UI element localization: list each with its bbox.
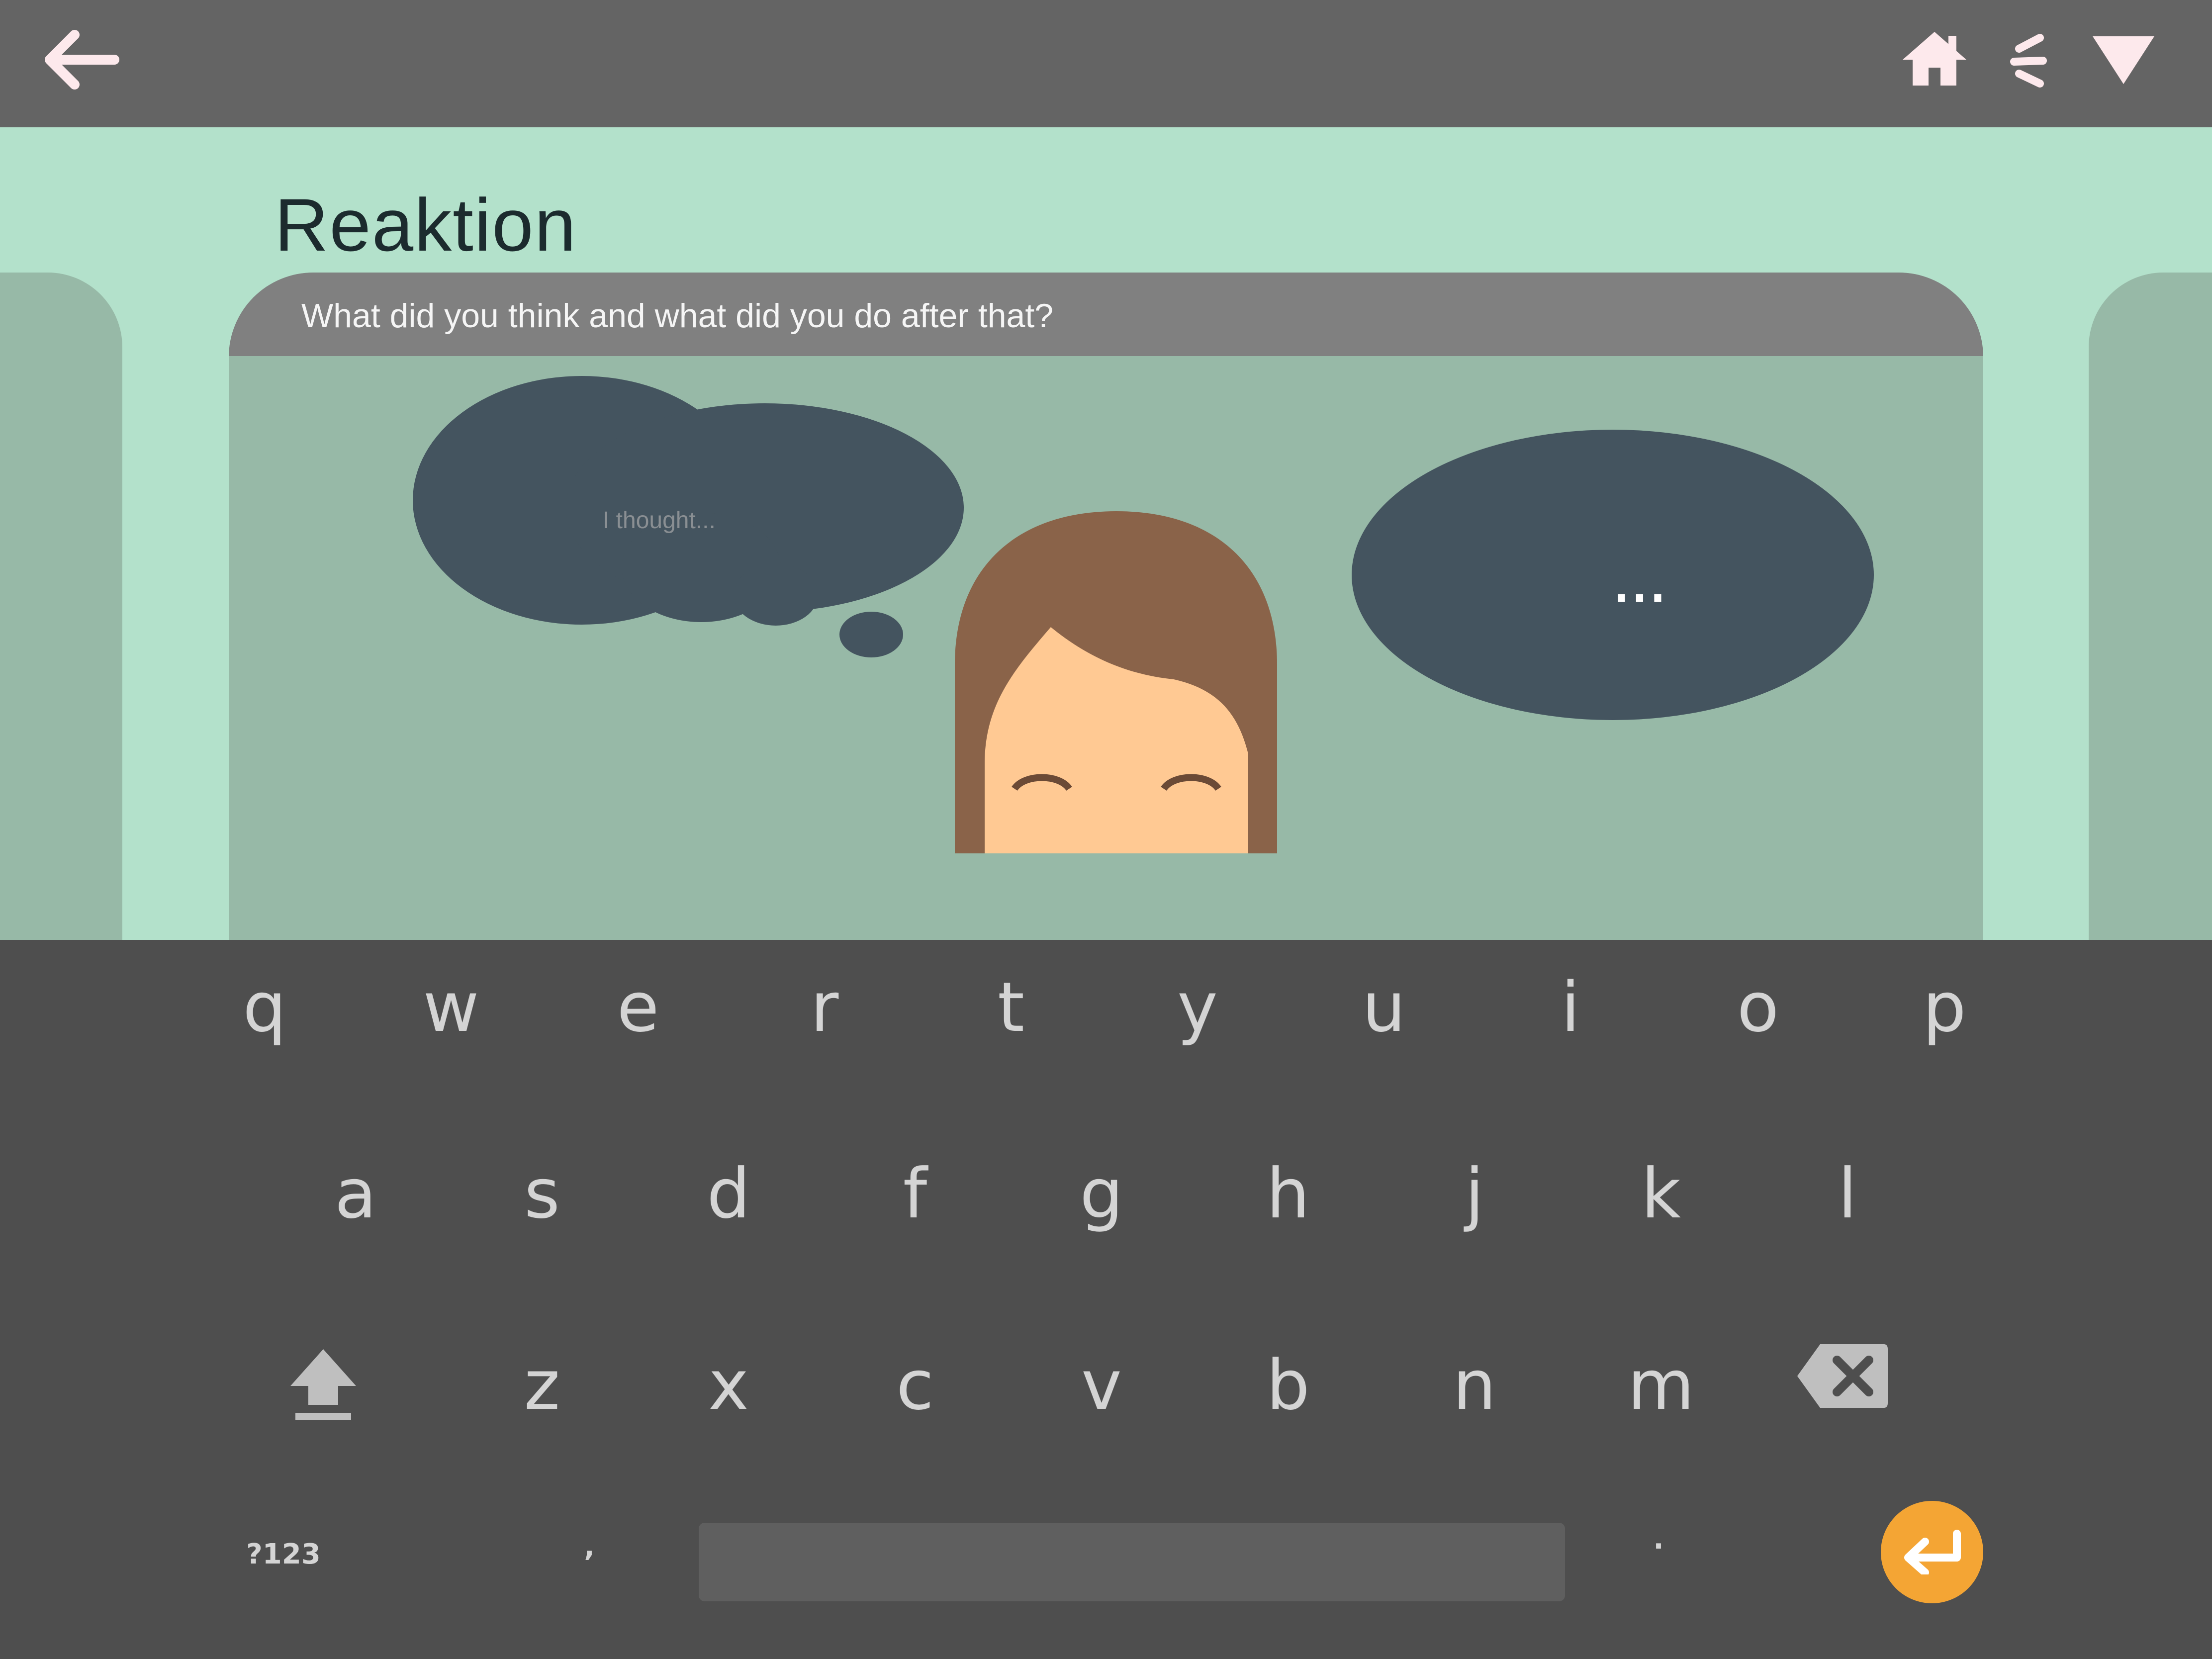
on-screen-keyboard: q w e r t y u i o p a s d f g h j k l z … bbox=[0, 940, 2212, 1659]
person-avatar bbox=[955, 511, 1277, 853]
key-o[interactable]: o bbox=[1696, 945, 1820, 1069]
period-key[interactable]: . bbox=[1596, 1477, 1721, 1601]
key-c[interactable]: c bbox=[853, 1323, 977, 1447]
key-t[interactable]: t bbox=[949, 945, 1073, 1069]
backspace-icon bbox=[1797, 1344, 1888, 1408]
key-z[interactable]: z bbox=[480, 1323, 604, 1447]
page-title: Reaktion bbox=[275, 183, 577, 267]
main-content: Reaktion What did you think and what did… bbox=[0, 127, 2212, 940]
home-button[interactable] bbox=[1900, 29, 1969, 89]
key-y[interactable]: y bbox=[1135, 945, 1260, 1069]
thought-input[interactable] bbox=[603, 498, 802, 543]
key-f[interactable]: f bbox=[853, 1131, 977, 1256]
back-button[interactable] bbox=[40, 25, 124, 94]
dropdown-button[interactable] bbox=[2089, 32, 2158, 87]
key-u[interactable]: u bbox=[1322, 945, 1446, 1069]
backspace-key[interactable] bbox=[1780, 1314, 1905, 1438]
key-i[interactable]: i bbox=[1508, 945, 1633, 1069]
symbols-key[interactable]: ?123 bbox=[221, 1492, 346, 1616]
shift-key[interactable] bbox=[261, 1323, 385, 1447]
key-n[interactable]: n bbox=[1412, 1323, 1537, 1447]
key-j[interactable]: j bbox=[1412, 1131, 1537, 1256]
question-text: What did you think and what did you do a… bbox=[301, 297, 1054, 335]
key-q[interactable]: q bbox=[202, 945, 327, 1069]
key-x[interactable]: x bbox=[666, 1323, 791, 1447]
shift-icon bbox=[290, 1349, 356, 1420]
menu-lines-icon bbox=[2010, 34, 2047, 88]
scene-illustration bbox=[413, 376, 1874, 853]
key-e[interactable]: e bbox=[576, 945, 700, 1069]
key-v[interactable]: v bbox=[1039, 1323, 1164, 1447]
key-b[interactable]: b bbox=[1226, 1323, 1350, 1447]
scene: ... bbox=[229, 356, 1983, 940]
key-d[interactable]: d bbox=[666, 1131, 791, 1256]
key-l[interactable]: l bbox=[1785, 1131, 1910, 1256]
key-p[interactable]: p bbox=[1882, 945, 2007, 1069]
top-bar bbox=[0, 0, 2212, 127]
triangle-down-icon bbox=[2093, 36, 2154, 84]
key-a[interactable]: a bbox=[293, 1131, 418, 1256]
arrow-left-icon bbox=[45, 30, 119, 90]
key-m[interactable]: m bbox=[1599, 1323, 1723, 1447]
key-h[interactable]: h bbox=[1226, 1131, 1350, 1256]
speech-text[interactable]: ... bbox=[1562, 565, 1721, 611]
key-w[interactable]: w bbox=[389, 945, 513, 1069]
key-s[interactable]: s bbox=[480, 1131, 604, 1256]
enter-icon bbox=[1904, 1530, 1961, 1574]
home-icon bbox=[1903, 32, 1966, 86]
next-card-peek[interactable] bbox=[2089, 273, 2212, 940]
card-header: What did you think and what did you do a… bbox=[229, 273, 1983, 356]
space-bar[interactable] bbox=[699, 1523, 1565, 1601]
key-k[interactable]: k bbox=[1599, 1131, 1723, 1256]
reaction-card: What did you think and what did you do a… bbox=[229, 273, 1983, 940]
key-g[interactable]: g bbox=[1039, 1131, 1164, 1256]
comma-key[interactable]: , bbox=[527, 1484, 651, 1609]
enter-key[interactable] bbox=[1881, 1501, 1983, 1603]
menu-button[interactable] bbox=[2004, 31, 2049, 91]
previous-card-peek[interactable] bbox=[0, 273, 122, 940]
key-r[interactable]: r bbox=[762, 945, 887, 1069]
